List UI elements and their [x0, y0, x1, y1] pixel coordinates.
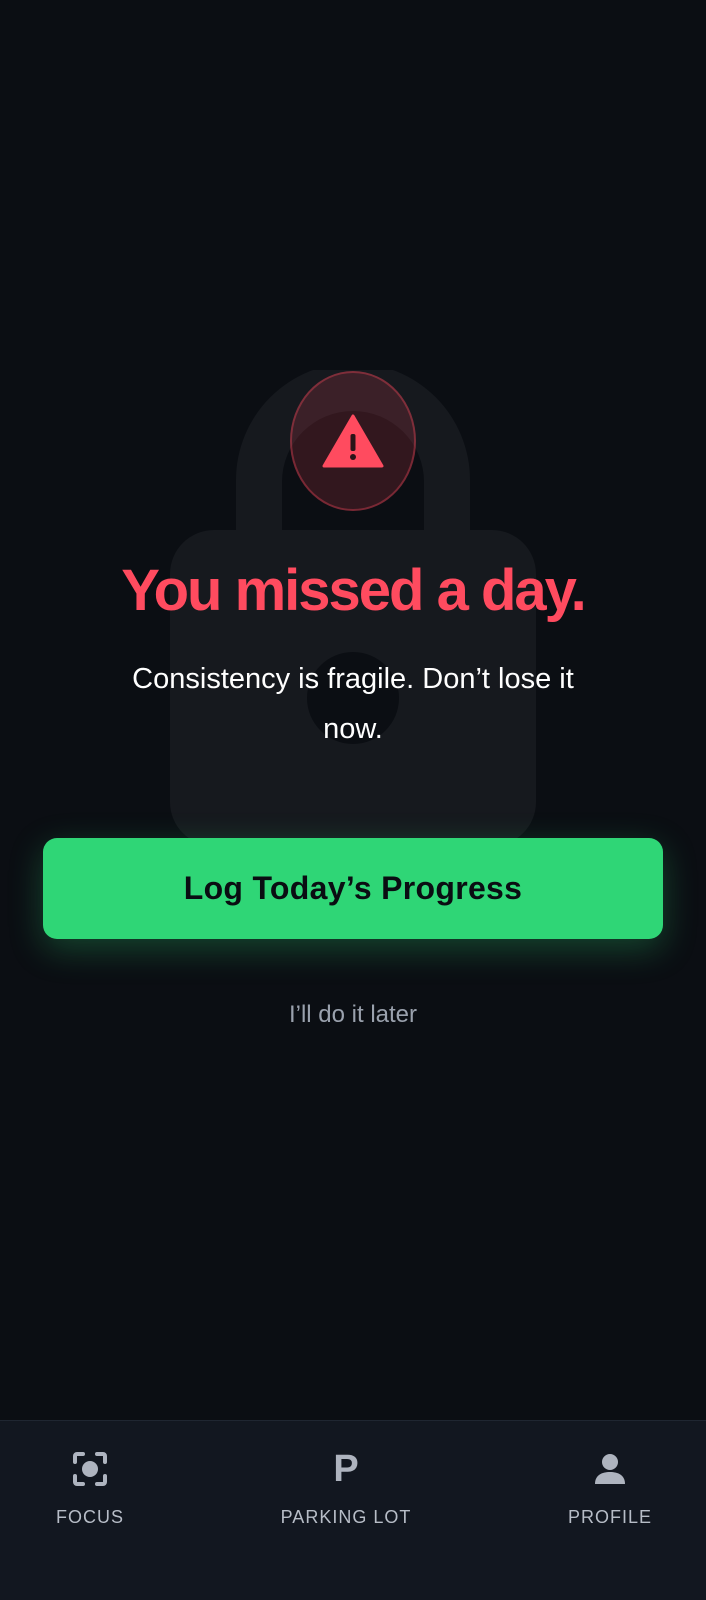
alert-badge	[290, 371, 416, 511]
missed-day-screen: You missed a day. Consistency is fragile…	[0, 0, 706, 1600]
nav-item-profile[interactable]: PROFILE	[520, 1449, 700, 1559]
do-it-later-link[interactable]: I’ll do it later	[0, 995, 706, 1035]
focus-icon	[70, 1449, 110, 1489]
alert-message: Consistency is fragile. Don’t lose it no…	[132, 663, 574, 745]
parking-icon: P	[333, 1448, 359, 1490]
log-progress-button[interactable]: Log Today’s Progress	[43, 838, 663, 939]
nav-label-profile: PROFILE	[567, 1507, 653, 1527]
alert-title: You missed a day.	[121, 558, 586, 623]
nav-item-parking-lot[interactable]: P PARKING LOT	[256, 1449, 436, 1559]
bottom-navigation: FOCUS P PARKING LOT PROFILE	[0, 1420, 706, 1600]
profile-icon	[590, 1449, 630, 1489]
nav-label-focus: FOCUS	[56, 1507, 124, 1527]
nav-label-parking-lot: PARKING LOT	[280, 1507, 412, 1527]
nav-item-focus[interactable]: FOCUS	[0, 1449, 180, 1559]
warning-icon	[322, 414, 384, 468]
